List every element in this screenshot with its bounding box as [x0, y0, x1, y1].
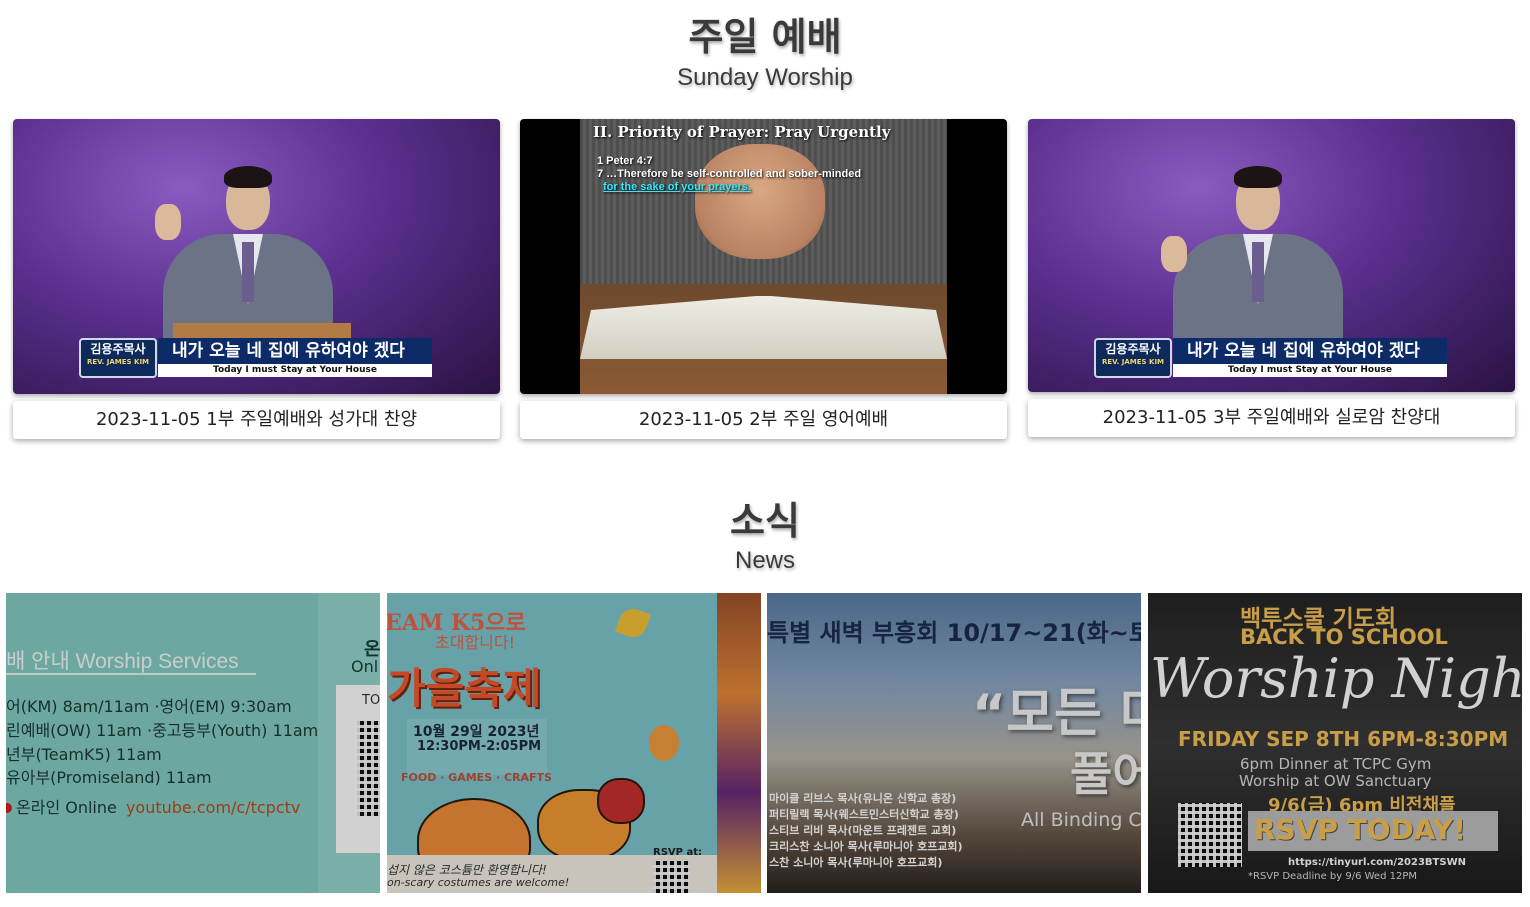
- slide-title: II. Priority of Prayer: Pray Urgently: [593, 123, 891, 141]
- video-card-2[interactable]: II. Priority of Prayer: Pray Urgently 1 …: [520, 119, 1007, 439]
- slide-verse-line: 7 …Therefore be self-controlled and sobe…: [597, 168, 862, 180]
- slide-verse-highlight: for the sake of your prayers.: [603, 181, 751, 193]
- news-section-subtitle: News: [734, 547, 795, 574]
- video-card-3[interactable]: 김용주목사 REV. JAMES KIM 내가 오늘 네 집에 유하여야 겠다 …: [1028, 119, 1515, 437]
- sermon-title-ko: 내가 오늘 네 집에 유하여야 겠다: [158, 338, 432, 364]
- worship-section-subtitle: Sunday Worship: [677, 64, 853, 91]
- news-tile-fall-festival[interactable]: EAM K5으로 초대합니다! 가을축제 10월 29일 2023년 12:30…: [387, 593, 761, 893]
- news-tile-worship-night[interactable]: 백투스쿨 기도회 BACK TO SCHOOL Worship Night FR…: [1148, 593, 1522, 893]
- sermon-title-ko: 내가 오늘 네 집에 유하여야 겠다: [1173, 338, 1447, 364]
- news-tile-revival[interactable]: 특별 새벽 부흥회 10/17~21(화~토) “모든 마 풀어 All Bin…: [767, 593, 1141, 893]
- pastor-name-ko: 김용주목사: [90, 342, 146, 356]
- video-thumbnail[interactable]: 김용주목사 REV. JAMES KIM 내가 오늘 네 집에 유하여야 겠다 …: [13, 119, 500, 394]
- video-caption[interactable]: 2023-11-05 2부 주일 영어예배: [520, 401, 1007, 439]
- video-card-1[interactable]: 김용주목사 REV. JAMES KIM 내가 오늘 네 집에 유하여야 겠다 …: [13, 119, 500, 439]
- video-caption[interactable]: 2023-11-05 3부 주일예배와 실로암 찬양대: [1028, 399, 1515, 437]
- video-caption[interactable]: 2023-11-05 1부 주일예배와 성가대 찬양: [13, 401, 500, 439]
- pastor-name-en: REV. JAMES KIM: [1101, 358, 1165, 366]
- pastor-name-en: REV. JAMES KIM: [86, 358, 150, 366]
- worship-section-title: 주일 예배: [688, 15, 842, 59]
- sermon-title-en: Today I must Stay at Your House: [158, 364, 432, 377]
- news-tile-worship-services[interactable]: 배 안내 Worship Services 온 Onl TO 어(KM) 8am…: [6, 593, 380, 893]
- news-section-title: 소식: [730, 499, 800, 543]
- pastor-name-ko: 김용주목사: [1105, 342, 1161, 356]
- sermon-title-en: Today I must Stay at Your House: [1173, 364, 1447, 377]
- video-thumbnail[interactable]: 김용주목사 REV. JAMES KIM 내가 오늘 네 집에 유하여야 겠다 …: [1028, 119, 1515, 392]
- slide-reference: 1 Peter 4:7: [597, 155, 653, 167]
- video-thumbnail[interactable]: II. Priority of Prayer: Pray Urgently 1 …: [520, 119, 1007, 394]
